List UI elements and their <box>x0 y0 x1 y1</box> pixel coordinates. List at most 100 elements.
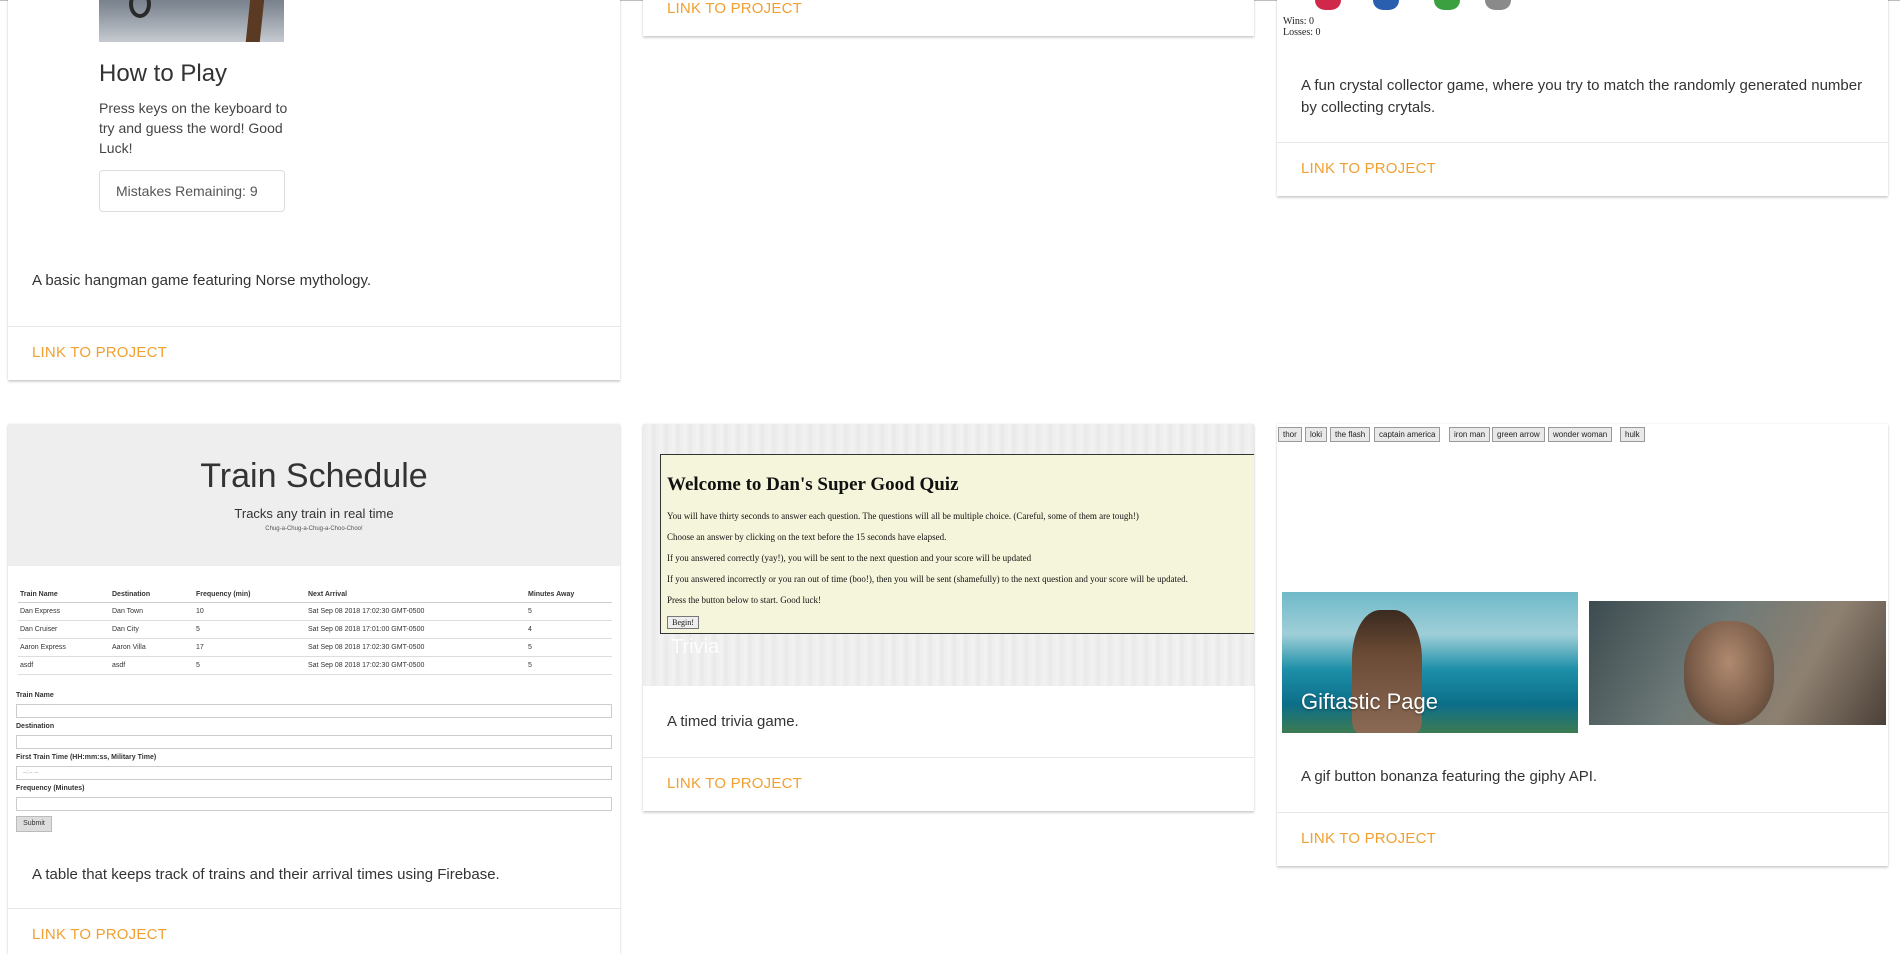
gif-figure <box>1684 621 1774 725</box>
mistakes-remaining-box: Mistakes Remaining: 9 <box>99 170 285 212</box>
column-header: Train Name <box>18 587 110 603</box>
frequency-input[interactable] <box>16 797 612 811</box>
giftastic-image-title: Giftastic Page <box>1301 689 1438 714</box>
gif-topic-button[interactable]: loki <box>1305 427 1328 442</box>
table-cell: 5 <box>526 602 612 621</box>
wins-count: Wins: 0 <box>1283 16 1314 27</box>
submit-button[interactable]: Submit <box>16 816 52 832</box>
frequency-label: Frequency (Minutes) <box>16 785 85 792</box>
table-row: asdf asdf 5 Sat Sep 08 2018 17:02:30 GMT… <box>18 656 612 675</box>
crystal-gems <box>1277 0 1577 14</box>
quiz-panel: Welcome to Dan's Super Good Quiz You wil… <box>660 454 1254 634</box>
gif-topic-button[interactable]: hulk <box>1620 427 1645 442</box>
gif-image[interactable] <box>1589 601 1886 725</box>
begin-button[interactable]: Begin! <box>667 616 699 629</box>
table-cell: 5 <box>194 656 306 675</box>
grey-crystal-icon[interactable] <box>1485 0 1511 10</box>
table-cell: Sat Sep 08 2018 17:02:30 GMT-0500 <box>306 638 526 657</box>
table-cell: 17 <box>194 638 306 657</box>
table-cell: Sat Sep 08 2018 17:02:30 GMT-0500 <box>306 656 526 675</box>
train-schedule-title: Train Schedule <box>200 457 428 495</box>
train-schedule-card: Train Schedule Tracks any train in real … <box>8 424 620 954</box>
trivia-image-title: Trivia <box>671 636 720 658</box>
quiz-instruction: Choose an answer by clicking on the text… <box>667 532 947 542</box>
crystal-collector-card: Wins: 0 Losses: 0 A fun crystal collecto… <box>1277 0 1888 196</box>
table-cell: Sat Sep 08 2018 17:01:00 GMT-0500 <box>306 620 526 639</box>
first-train-time-input[interactable]: --:-- -- <box>16 766 612 780</box>
destination-label: Destination <box>16 723 55 730</box>
blue-crystal-icon[interactable] <box>1373 0 1399 10</box>
quiz-instruction: If you answered incorrectly or you ran o… <box>667 574 1188 584</box>
link-to-project[interactable]: LINK TO PROJECT <box>32 926 167 943</box>
gif-topic-button[interactable]: wonder woman <box>1548 427 1613 442</box>
card-description: A timed trivia game. <box>667 713 799 730</box>
quiz-instruction: You will have thirty seconds to answer e… <box>667 511 1139 521</box>
table-header-row: Train Name Destination Frequency (min) N… <box>18 587 612 603</box>
link-to-project[interactable]: LINK TO PROJECT <box>1301 830 1436 847</box>
gif-topic-button[interactable]: iron man <box>1449 427 1491 442</box>
column-header: Frequency (min) <box>194 587 306 603</box>
destination-input[interactable] <box>16 735 612 749</box>
column-header: Minutes Away <box>526 587 612 603</box>
table-row: Dan Cruiser Dan City 5 Sat Sep 08 2018 1… <box>18 620 612 639</box>
train-table: Train Name Destination Frequency (min) N… <box>18 587 612 675</box>
table-cell: 5 <box>194 620 306 639</box>
quiz-instruction: Press the button below to start. Good lu… <box>667 595 821 605</box>
trivia-preview-image: Welcome to Dan's Super Good Quiz You wil… <box>643 424 1254 686</box>
table-cell: 4 <box>526 620 612 639</box>
hangman-preview-image <box>99 0 284 42</box>
gif-topic-button[interactable]: thor <box>1278 427 1302 442</box>
how-to-play-instructions: Press keys on the keyboard to try and gu… <box>99 100 288 156</box>
table-cell: 10 <box>194 602 306 621</box>
train-schedule-header: Train Schedule Tracks any train in real … <box>8 424 620 566</box>
table-cell: Sat Sep 08 2018 17:02:30 GMT-0500 <box>306 602 526 621</box>
column-header: Next Arrival <box>306 587 526 603</box>
train-name-input[interactable] <box>16 704 612 718</box>
train-name-label: Train Name <box>16 692 54 699</box>
train-schedule-tagline: Chug-a-Chug-a-Chug-a-Choo-Choo! <box>265 526 363 532</box>
table-cell: Aaron Villa <box>110 638 194 657</box>
card-action: LINK TO PROJECT <box>8 326 620 380</box>
noose-graphic <box>129 0 151 18</box>
table-cell: Dan Cruiser <box>18 620 110 639</box>
gallows-beam <box>245 0 267 42</box>
trivia-card: Welcome to Dan's Super Good Quiz You wil… <box>643 424 1254 811</box>
train-schedule-subtitle: Tracks any train in real time <box>234 506 394 521</box>
giftastic-card: thor loki the flash captain america iron… <box>1277 424 1888 866</box>
hangman-card: How to Play Press keys on the keyboard t… <box>8 0 620 380</box>
table-row: Dan Express Dan Town 10 Sat Sep 08 2018 … <box>18 602 612 621</box>
card-description: A fun crystal collector game, where you … <box>1301 77 1863 116</box>
gif-topic-button[interactable]: green arrow <box>1492 427 1545 442</box>
table-cell: 5 <box>526 656 612 675</box>
green-crystal-icon[interactable] <box>1434 0 1460 10</box>
losses-count: Losses: 0 <box>1283 27 1321 38</box>
top-middle-card: LINK TO PROJECT <box>643 0 1254 36</box>
card-description: A table that keeps track of trains and t… <box>32 866 500 883</box>
red-crystal-icon[interactable] <box>1315 0 1341 10</box>
first-train-time-label: First Train Time (HH:mm:ss, Military Tim… <box>16 754 157 761</box>
table-cell: Dan Express <box>18 602 110 621</box>
card-description: A basic hangman game featuring Norse myt… <box>32 272 372 289</box>
card-action: LINK TO PROJECT <box>643 757 1254 811</box>
card-action: LINK TO PROJECT <box>1277 812 1888 866</box>
table-cell: asdf <box>110 656 194 675</box>
link-to-project[interactable]: LINK TO PROJECT <box>667 0 802 17</box>
table-cell: Dan Town <box>110 602 194 621</box>
how-to-play-heading: How to Play <box>99 60 228 87</box>
link-to-project[interactable]: LINK TO PROJECT <box>32 344 167 361</box>
table-cell: 5 <box>526 638 612 657</box>
quiz-heading: Welcome to Dan's Super Good Quiz <box>667 474 959 495</box>
card-action: LINK TO PROJECT <box>8 908 620 954</box>
quiz-instruction: If you answered correctly (yay!), you wi… <box>667 553 1032 563</box>
card-description: A gif button bonanza featuring the giphy… <box>1301 768 1598 785</box>
column-header: Destination <box>110 587 194 603</box>
table-cell: Dan City <box>110 620 194 639</box>
link-to-project[interactable]: LINK TO PROJECT <box>667 775 802 792</box>
table-row: Aaron Express Aaron Villa 17 Sat Sep 08 … <box>18 638 612 657</box>
gif-topic-button[interactable]: the flash <box>1330 427 1371 442</box>
table-cell: Aaron Express <box>18 638 110 657</box>
link-to-project[interactable]: LINK TO PROJECT <box>1301 160 1436 177</box>
card-action: LINK TO PROJECT <box>1277 142 1888 196</box>
table-cell: asdf <box>18 656 110 675</box>
gif-topic-button[interactable]: captain america <box>1374 427 1441 442</box>
